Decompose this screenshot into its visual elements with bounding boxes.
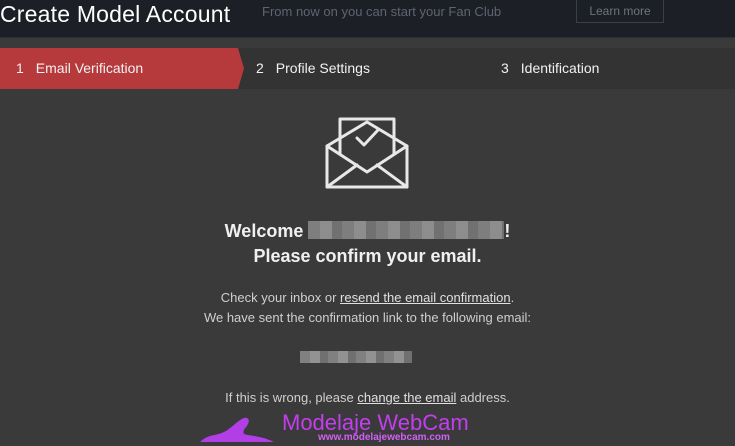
step-number: 3 bbox=[501, 60, 509, 76]
wrong-prefix: If this is wrong, please bbox=[225, 390, 358, 405]
inbox-prefix: Check your inbox or bbox=[220, 290, 341, 305]
inbox-suffix: . bbox=[510, 290, 515, 305]
page-title: Create Model Account bbox=[0, 1, 231, 27]
confirm-heading: Please confirm your email. bbox=[253, 246, 482, 266]
watermark-logo: Modelaje WebCam www.modelajewebcam.com bbox=[198, 410, 538, 446]
header-subtitle: From now on you can start your Fan Club bbox=[262, 4, 502, 19]
welcome-heading: Welcome ! bbox=[0, 221, 735, 242]
inbox-instructions: Check your inbox or resend the email con… bbox=[0, 290, 735, 305]
top-bar: Create Model Account From now on you can… bbox=[0, 0, 735, 38]
wrong-email-notice: If this is wrong, please change the emai… bbox=[0, 390, 735, 405]
redacted-email bbox=[300, 351, 412, 363]
welcome-suffix: ! bbox=[504, 221, 511, 241]
resend-confirmation-link[interactable]: resend the email confirmation bbox=[340, 290, 511, 305]
welcome-prefix: Welcome bbox=[224, 221, 304, 241]
step-identification[interactable]: 3 Identification bbox=[501, 48, 599, 89]
verification-panel: Welcome ! Please confirm your email. Che… bbox=[0, 89, 735, 446]
step-label: Identification bbox=[520, 60, 600, 76]
sent-notice: We have sent the confirmation link to th… bbox=[203, 310, 532, 325]
change-email-link[interactable]: change the email bbox=[357, 390, 456, 405]
step-profile-settings[interactable]: 2 Profile Settings bbox=[256, 48, 370, 89]
wrong-suffix: address. bbox=[456, 390, 510, 405]
redacted-username bbox=[308, 221, 505, 239]
watermark-url: www.modelajewebcam.com bbox=[318, 432, 450, 443]
learn-more-button[interactable]: Learn more bbox=[576, 0, 664, 23]
step-email-verification[interactable]: 1 Email Verification bbox=[16, 48, 143, 89]
step-indicator: 1 Email Verification 2 Profile Settings 3I… bbox=[0, 48, 735, 89]
envelope-check-icon bbox=[325, 117, 409, 189]
silhouette-icon bbox=[200, 417, 274, 442]
step-label: Profile Settings bbox=[275, 60, 370, 76]
step-label: Email Verification bbox=[35, 60, 144, 76]
step-number: 1 bbox=[16, 60, 24, 76]
step-number: 2 bbox=[256, 60, 264, 76]
